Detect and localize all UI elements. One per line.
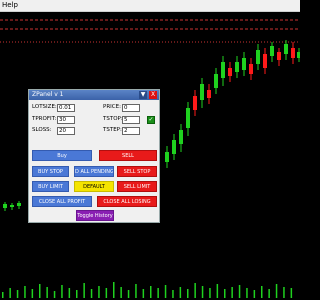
volume-bar: [290, 288, 293, 298]
volume-bar: [201, 286, 204, 298]
volume-bar: [135, 284, 137, 298]
delete-all-pending-button[interactable]: D ALL PENDING: [74, 166, 114, 177]
volume-bars: [2, 282, 293, 298]
sell-stop-button[interactable]: SELL STOP: [117, 166, 157, 177]
tstep-input[interactable]: [122, 127, 140, 135]
volume-bar: [61, 285, 63, 298]
tprofit-input[interactable]: [57, 116, 75, 124]
volume-bar: [246, 288, 248, 298]
candle-body: [228, 68, 232, 76]
volume-bar: [253, 290, 256, 298]
volume-bar: [179, 287, 182, 298]
candle-body: [221, 62, 225, 78]
sloss-input[interactable]: [57, 127, 75, 135]
default-button[interactable]: DEFAULT: [74, 181, 114, 192]
sloss-label: SLOSS:: [32, 127, 52, 133]
candle-body: [284, 44, 288, 54]
volume-bar: [231, 287, 233, 298]
volume-bar: [31, 289, 34, 298]
candle-body: [200, 84, 204, 100]
close-icon[interactable]: X: [149, 91, 157, 99]
candle-body: [242, 58, 246, 70]
candle-body: [165, 152, 169, 162]
volume-bar: [164, 285, 167, 298]
volume-bar: [194, 283, 196, 298]
volume-bar: [68, 288, 71, 298]
volume-bar: [283, 287, 285, 298]
buy-stop-button[interactable]: BUY STOP: [32, 166, 69, 177]
price-label: PRICE:: [103, 104, 121, 110]
sell-limit-button[interactable]: SELL LIMIT: [117, 181, 157, 192]
candle-body: [10, 205, 14, 207]
volume-bar: [39, 284, 41, 298]
candle-body: [179, 130, 183, 144]
tstop-label: TSTOP:: [103, 116, 123, 122]
volume-bar: [275, 284, 278, 298]
volume-bar: [150, 286, 152, 298]
price-input[interactable]: [122, 104, 140, 112]
candle-body: [3, 204, 7, 208]
close-all-losing-button[interactable]: CLOSE ALL LOSING: [97, 196, 157, 207]
candle-body: [291, 48, 295, 58]
volume-bar: [268, 289, 270, 298]
volume-bar: [224, 289, 226, 298]
lotsize-label: LOTSIZE:: [32, 104, 57, 110]
volume-bar: [46, 287, 48, 298]
volume-bar: [238, 285, 241, 298]
volume-bar: [142, 289, 145, 298]
candle-body: [172, 140, 176, 154]
candle-body: [207, 90, 211, 98]
volume-bar: [113, 282, 115, 298]
volume-bar: [98, 286, 100, 298]
menu-help[interactable]: Help: [2, 0, 18, 11]
level-lines: [0, 19, 300, 43]
minimize-icon[interactable]: ▼: [139, 91, 147, 99]
buy-limit-button[interactable]: BUY LIMIT: [32, 181, 69, 192]
menu-bar: Help: [0, 0, 300, 12]
toggle-history-button[interactable]: Toggle History: [76, 210, 114, 221]
volume-bar: [2, 292, 4, 298]
sell-button[interactable]: SELL: [99, 150, 157, 161]
volume-bar: [105, 288, 108, 298]
volume-bar: [209, 288, 211, 298]
volume-bar: [187, 289, 189, 298]
candle-body: [297, 52, 300, 58]
candle-body: [17, 203, 21, 206]
candle-body: [193, 96, 197, 110]
tstep-label: TSTEP:: [103, 127, 122, 133]
panel-title: ZPanel v 1: [32, 91, 64, 98]
candle-body: [263, 54, 267, 68]
candle-body: [277, 52, 281, 60]
volume-bar: [83, 283, 85, 298]
candle-body: [270, 46, 274, 56]
candle-body: [256, 50, 260, 64]
tprofit-label: TPROFIT:: [32, 116, 57, 122]
volume-bar: [172, 290, 174, 298]
lotsize-input[interactable]: [57, 104, 75, 112]
volume-bar: [127, 290, 130, 298]
tstop-input[interactable]: [122, 116, 140, 124]
volume-bar: [90, 289, 93, 298]
candle-body: [214, 74, 218, 88]
candle-body: [186, 108, 190, 128]
panel-titlebar[interactable]: ZPanel v 1 ▼ X: [29, 90, 159, 100]
candle-body: [249, 64, 253, 74]
volume-bar: [9, 288, 11, 298]
volume-bar: [16, 290, 19, 298]
candle-body: [235, 62, 239, 72]
volume-bar: [157, 288, 159, 298]
close-all-profit-button[interactable]: CLOSE ALL PROFIT: [32, 196, 92, 207]
volume-bar: [76, 290, 78, 298]
volume-bar: [216, 284, 219, 298]
volume-bar: [261, 286, 263, 298]
buy-button[interactable]: Buy: [32, 150, 92, 161]
zpanel-window: ZPanel v 1 ▼ X LOTSIZE: TPROFIT: SLOSS: …: [28, 89, 160, 223]
volume-bar: [120, 287, 122, 298]
volume-bar: [24, 286, 26, 298]
trailing-checkbox[interactable]: ✓: [147, 116, 155, 124]
volume-bar: [53, 291, 56, 298]
